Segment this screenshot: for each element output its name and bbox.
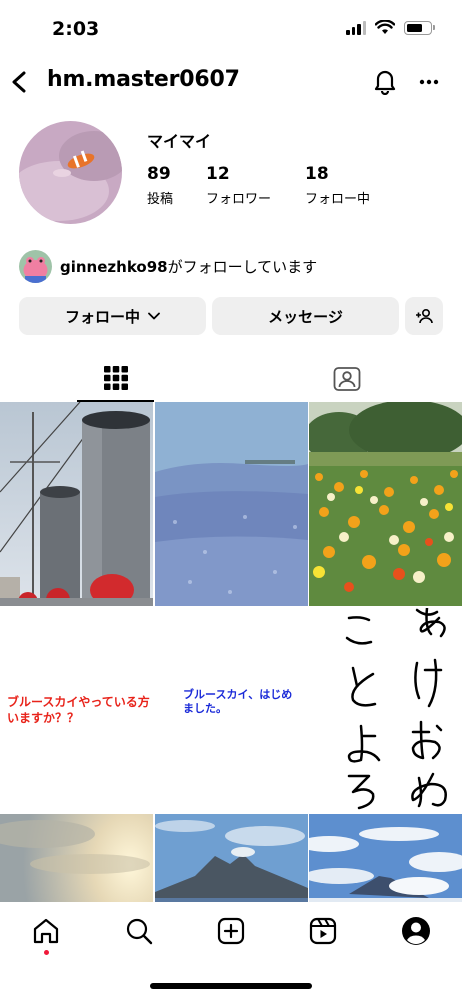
followed-by-suffix: がフォローしています bbox=[167, 258, 318, 276]
search-icon bbox=[126, 918, 153, 945]
nav-create[interactable] bbox=[214, 914, 248, 948]
nav-home[interactable] bbox=[29, 914, 63, 948]
post-caption-text: ブルースカイ、はじめました。 bbox=[183, 688, 293, 715]
following-button-label: フォロー中 bbox=[64, 307, 140, 326]
post-thumbnail[interactable] bbox=[309, 608, 462, 812]
post-thumbnail[interactable] bbox=[155, 814, 308, 902]
stat-posts[interactable]: 89 投稿 bbox=[147, 164, 173, 207]
more-options-icon[interactable] bbox=[416, 70, 442, 94]
following-button[interactable]: フォロー中 bbox=[19, 297, 206, 335]
post-thumbnail[interactable] bbox=[309, 814, 462, 902]
nav-search[interactable] bbox=[122, 914, 156, 948]
post-grid: ブルースカイやっている方いますか？？ ブルースカイ、はじめました。 bbox=[0, 402, 462, 902]
home-icon bbox=[33, 918, 59, 944]
post-thumbnail[interactable]: ブルースカイやっている方いますか？？ bbox=[0, 608, 153, 812]
post-thumbnail[interactable] bbox=[155, 402, 308, 606]
header-username: hm.master0607 bbox=[47, 67, 240, 92]
message-button-label: メッセージ bbox=[268, 307, 343, 326]
tab-tagged[interactable] bbox=[308, 355, 385, 402]
stat-label: 投稿 bbox=[147, 192, 174, 207]
handwritten-greeting bbox=[345, 608, 447, 810]
post-caption-text: ブルースカイやっている方いますか？？ bbox=[7, 695, 150, 725]
reels-icon bbox=[309, 917, 337, 945]
stat-value: 89 bbox=[147, 164, 171, 184]
status-time: 2:03 bbox=[52, 18, 100, 40]
profile-icon bbox=[402, 917, 430, 945]
profile-tabs bbox=[0, 355, 462, 402]
nav-profile[interactable] bbox=[399, 914, 433, 948]
post-thumbnail[interactable] bbox=[309, 402, 462, 606]
wifi-icon bbox=[375, 20, 395, 34]
message-button[interactable]: メッセージ bbox=[212, 297, 399, 335]
profile-avatar[interactable] bbox=[19, 121, 122, 224]
back-arrow-icon[interactable] bbox=[8, 66, 32, 98]
create-icon bbox=[217, 917, 245, 945]
tagged-person-icon bbox=[333, 366, 360, 391]
stat-value: 12 bbox=[206, 164, 230, 184]
home-indicator bbox=[150, 983, 312, 989]
post-thumbnail[interactable]: ブルースカイ、はじめました。 bbox=[155, 608, 308, 812]
grid-icon bbox=[103, 365, 128, 390]
nav-reels[interactable] bbox=[306, 914, 340, 948]
display-name: マイマイ bbox=[147, 132, 212, 151]
add-person-icon bbox=[416, 308, 433, 324]
bell-icon[interactable] bbox=[372, 67, 398, 95]
stat-following[interactable]: 18 フォロー中 bbox=[305, 164, 370, 207]
profile-header: hm.master0607 bbox=[0, 62, 462, 102]
follower-username: ginnezhko98 bbox=[60, 258, 168, 276]
followed-by-text: ginnezhko98がフォローしています bbox=[60, 256, 317, 277]
stat-value: 18 bbox=[305, 164, 329, 184]
cellular-signal-icon bbox=[346, 20, 366, 35]
post-thumbnail[interactable] bbox=[0, 402, 153, 606]
stat-label: フォロワー bbox=[206, 192, 272, 207]
suggest-users-button[interactable] bbox=[405, 297, 443, 335]
battery-icon bbox=[404, 20, 435, 35]
status-icons bbox=[346, 20, 435, 35]
post-thumbnail[interactable] bbox=[0, 814, 153, 902]
notification-dot bbox=[44, 950, 49, 955]
followed-by[interactable]: ginnezhko98がフォローしています bbox=[19, 250, 317, 283]
stat-followers[interactable]: 12 フォロワー bbox=[206, 164, 271, 207]
chevron-down-icon bbox=[148, 312, 160, 320]
follower-avatar bbox=[19, 250, 52, 283]
tab-posts-grid[interactable] bbox=[77, 355, 154, 402]
stat-label: フォロー中 bbox=[305, 192, 371, 207]
status-bar: 2:03 bbox=[0, 0, 462, 56]
